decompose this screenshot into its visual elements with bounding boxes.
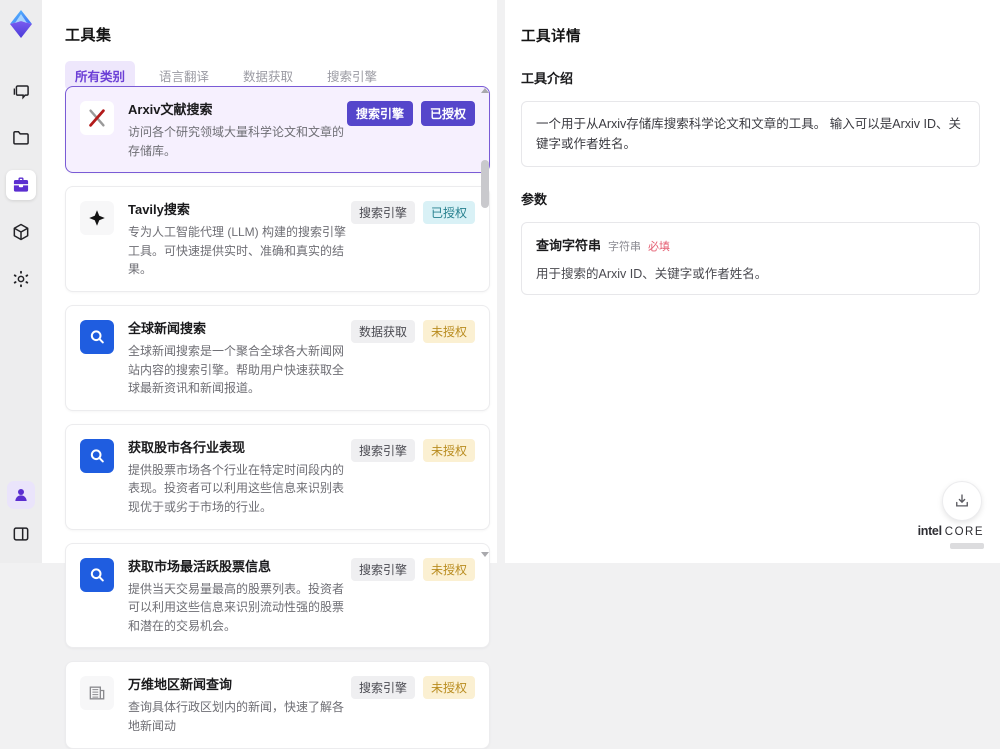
scroll-up-arrow[interactable] bbox=[481, 88, 489, 93]
app-logo bbox=[10, 10, 32, 38]
category-badge: 搜索引擎 bbox=[350, 438, 415, 462]
details-title: 工具详情 bbox=[521, 29, 581, 45]
intro-text: 一个用于从Arxiv存储库搜索科学论文和文章的工具。 输入可以是Arxiv ID… bbox=[536, 117, 962, 151]
param-type: 字符串 bbox=[608, 241, 642, 253]
download-icon bbox=[956, 494, 968, 507]
app-rail bbox=[0, 0, 42, 563]
list-scrollbar[interactable] bbox=[480, 88, 490, 557]
tool-card-arxiv[interactable]: Arxiv文献搜索 访问各个研究领域大量科学论文和文章的存储库。 搜索引擎 已授… bbox=[65, 86, 490, 174]
tool-name: 获取市场最活跃股票信息 bbox=[128, 558, 272, 574]
tool-card-sector-performance[interactable]: 获取股市各行业表现 提供股票市场各个行业在特定时间段内的表现。投资者可以利用这些… bbox=[65, 423, 490, 530]
category-badge: 搜索引擎 bbox=[350, 557, 415, 581]
chat-icon[interactable] bbox=[6, 76, 36, 106]
scrollbar-thumb[interactable] bbox=[481, 160, 489, 208]
auth-badge: 未授权 bbox=[422, 438, 475, 462]
page-title: 工具集 bbox=[65, 27, 112, 44]
tool-desc: 提供当天交易量最高的股票列表。投资者可以利用这些信息来识别流动性强的股票和潜在的… bbox=[128, 581, 345, 633]
tool-name: 万维地区新闻查询 bbox=[128, 677, 233, 693]
tool-list: Arxiv文献搜索 访问各个研究领域大量科学论文和文章的存储库。 搜索引擎 已授… bbox=[65, 86, 490, 749]
intro-heading: 工具介绍 bbox=[521, 71, 574, 86]
search-app-icon bbox=[80, 319, 114, 354]
tool-desc: 访问各个研究领域大量科学论文和文章的存储库。 bbox=[128, 125, 345, 158]
tool-desc: 专为人工智能代理 (LLM) 构建的搜索引擎工具。可快速提供实时、准确和真实的结… bbox=[128, 225, 347, 277]
tool-name: 全球新闻搜索 bbox=[128, 320, 207, 336]
intel-sub-mark bbox=[950, 543, 984, 549]
intro-card: 一个用于从Arxiv存储库搜索科学论文和文章的工具。 输入可以是Arxiv ID… bbox=[521, 101, 980, 167]
tool-name: Arxiv文献搜索 bbox=[128, 102, 213, 117]
tool-desc: 查询具体行政区划内的新闻，快速了解各地新闻动 bbox=[128, 700, 345, 733]
tool-details-panel: 工具详情 工具介绍 一个用于从Arxiv存储库搜索科学论文和文章的工具。 输入可… bbox=[505, 0, 1000, 563]
tool-card-tavily[interactable]: Tavily搜索 专为人工智能代理 (LLM) 构建的搜索引擎工具。可快速提供实… bbox=[65, 186, 490, 292]
tavily-star-icon bbox=[80, 201, 114, 236]
tool-desc: 提供股票市场各个行业在特定时间段内的表现。投资者可以利用这些信息来识别表现优于或… bbox=[128, 462, 345, 514]
auth-badge: 未授权 bbox=[422, 676, 475, 700]
param-required-flag: 必填 bbox=[648, 241, 671, 253]
search-app-icon bbox=[80, 438, 114, 473]
category-badge: 搜索引擎 bbox=[346, 101, 413, 126]
scroll-down-arrow[interactable] bbox=[481, 552, 489, 557]
params-heading: 参数 bbox=[521, 192, 548, 207]
param-name: 查询字符串 bbox=[536, 238, 602, 253]
category-badge: 搜索引擎 bbox=[350, 201, 415, 225]
param-desc: 用于搜索的Arxiv ID、关键字或作者姓名。 bbox=[536, 267, 768, 281]
download-button[interactable] bbox=[942, 481, 982, 521]
arxiv-icon bbox=[80, 101, 114, 135]
auth-badge: 已授权 bbox=[420, 101, 475, 126]
panel-toggle-icon[interactable] bbox=[6, 519, 36, 549]
settings-gear-icon[interactable] bbox=[6, 264, 36, 294]
tool-name: Tavily搜索 bbox=[128, 202, 190, 218]
category-badge: 数据获取 bbox=[350, 319, 415, 343]
tool-card-global-news[interactable]: 全球新闻搜索 全球新闻搜索是一个聚合全球各大新闻网站内容的搜索引擎。帮助用户快速… bbox=[65, 304, 490, 411]
user-avatar-icon[interactable] bbox=[7, 481, 35, 509]
auth-badge: 未授权 bbox=[422, 557, 475, 581]
folder-icon[interactable] bbox=[6, 123, 36, 153]
tool-desc: 全球新闻搜索是一个聚合全球各大新闻网站内容的搜索引擎。帮助用户快速获取全球最新资… bbox=[128, 343, 345, 396]
tool-list-panel: 工具集 所有类别 语言翻译 数据获取 搜索引擎 Arxiv文献搜索 访问各个研究… bbox=[42, 0, 497, 749]
toolbox-icon[interactable] bbox=[6, 170, 36, 200]
tool-name: 获取股市各行业表现 bbox=[128, 439, 246, 455]
intel-core-logo: intel CORE bbox=[918, 522, 984, 549]
param-card: 查询字符串 字符串 必填 用于搜索的Arxiv ID、关键字或作者姓名。 bbox=[521, 222, 980, 295]
cube-icon[interactable] bbox=[6, 217, 36, 247]
auth-badge: 未授权 bbox=[422, 319, 475, 343]
tool-card-active-stocks[interactable]: 获取市场最活跃股票信息 提供当天交易量最高的股票列表。投资者可以利用这些信息来识… bbox=[65, 542, 490, 649]
tool-card-regional-news[interactable]: 万维地区新闻查询 查询具体行政区划内的新闻，快速了解各地新闻动 搜索引擎 未授权 bbox=[65, 661, 490, 749]
category-badge: 搜索引擎 bbox=[350, 676, 415, 700]
auth-badge: 已授权 bbox=[422, 201, 475, 225]
newspaper-icon bbox=[80, 676, 114, 711]
